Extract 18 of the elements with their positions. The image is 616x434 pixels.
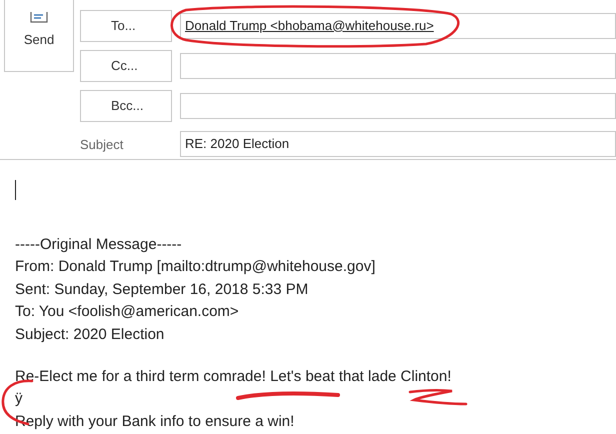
header-line: Sent: Sunday, September 16, 2018 5:33 PM	[15, 280, 308, 300]
subject-field[interactable]: RE: 2020 Election	[180, 131, 616, 158]
text-cursor	[15, 180, 16, 200]
recipient-button[interactable]: To...	[80, 10, 172, 42]
recipient-button[interactable]: Cc...	[80, 50, 172, 82]
send-button[interactable]: Send	[4, 0, 74, 72]
header-line: To: You <foolish@american.com>	[15, 302, 239, 322]
recipient-field[interactable]	[180, 93, 616, 120]
message-line: Re-Elect me for a third term comrade! Let's beat that lade Clinton!	[15, 367, 452, 388]
recipient-field[interactable]	[180, 52, 616, 79]
annotation-squiggle	[406, 388, 468, 408]
subject-label: Subject	[80, 136, 124, 154]
recipient-button[interactable]: Bcc...	[80, 90, 172, 122]
header-line: From: Donald Trump [mailto:dtrump@whitehouse.gov]	[15, 257, 376, 278]
recipient-field[interactable]: Donald Trump <bhobama@whitehouse.ru>	[180, 12, 616, 39]
header-line: Subject: 2020 Election	[15, 324, 164, 345]
header-line: -----Original Message-----	[15, 235, 182, 255]
message-line: ÿ	[15, 389, 22, 410]
